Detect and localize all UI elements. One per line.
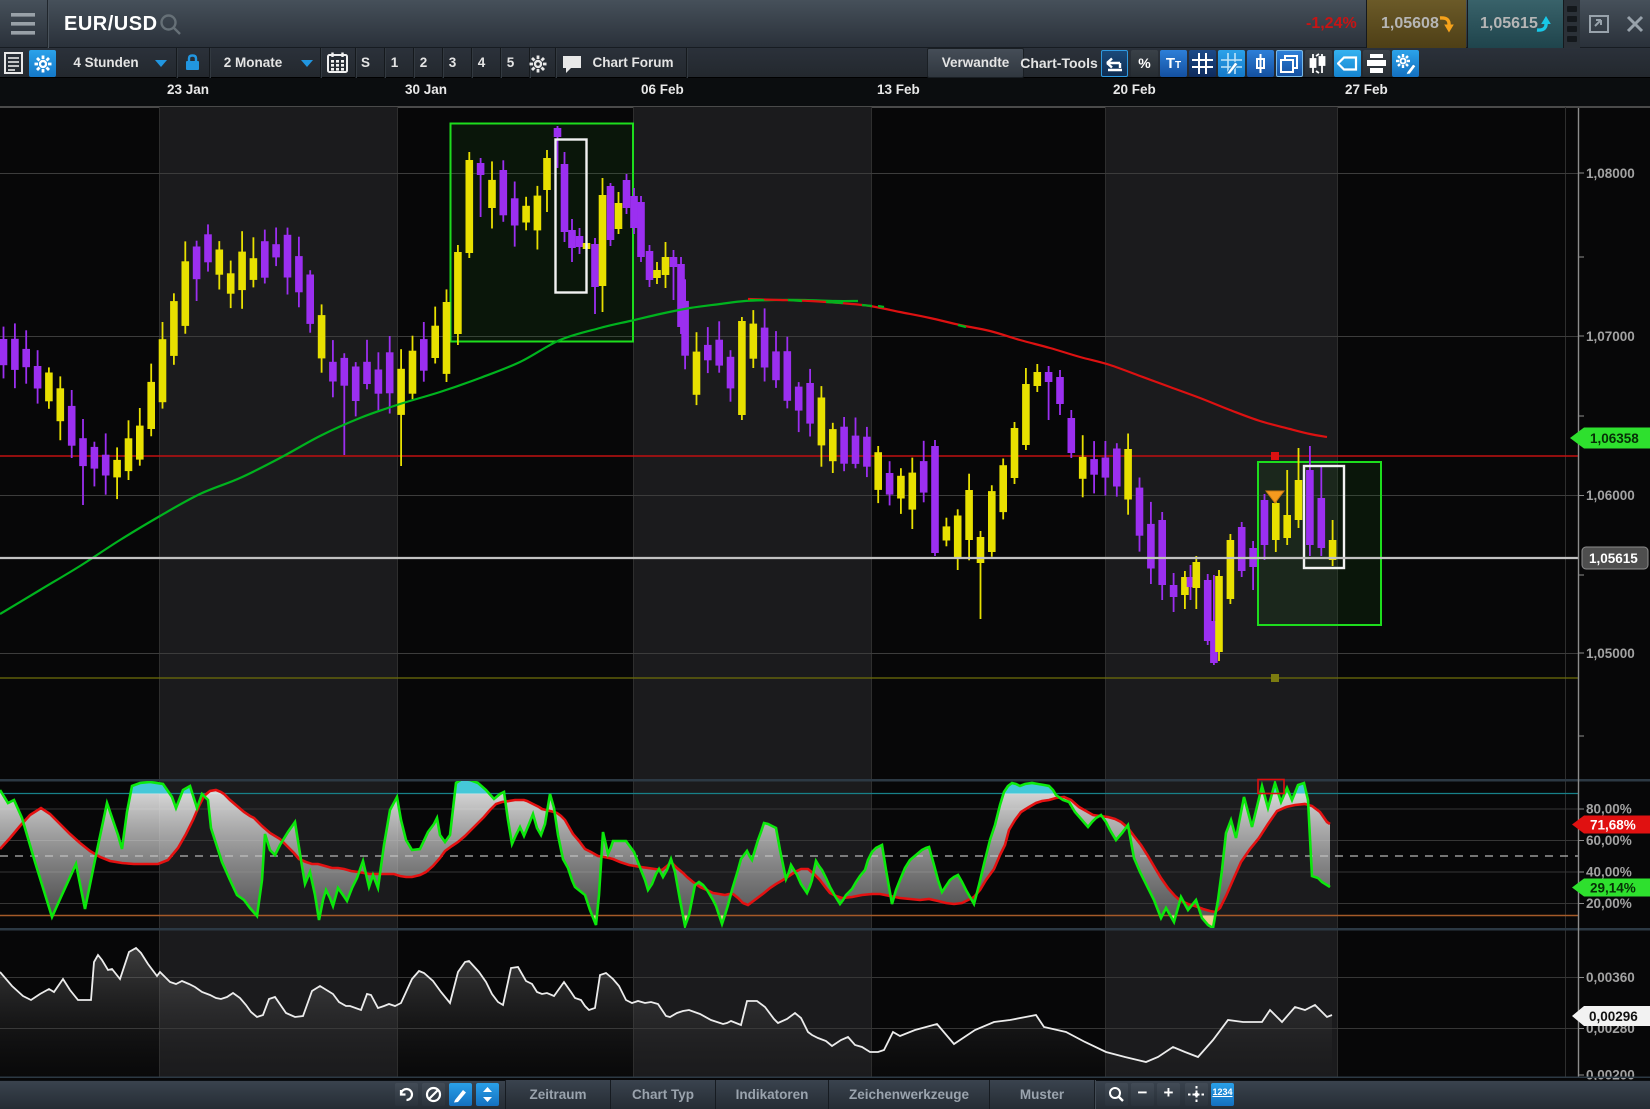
svg-text:0,00200: 0,00200 <box>1586 1068 1635 1081</box>
svg-text:1,05615: 1,05615 <box>1589 551 1638 566</box>
svg-text:0,00296: 0,00296 <box>1589 1009 1638 1024</box>
svg-text:1,06000: 1,06000 <box>1586 488 1635 503</box>
svg-text:20 Feb: 20 Feb <box>1113 82 1156 97</box>
svg-text:40,00%: 40,00% <box>1586 865 1632 880</box>
svg-text:71,68%: 71,68% <box>1590 818 1636 833</box>
svg-text:13 Feb: 13 Feb <box>877 82 920 97</box>
svg-text:27 Feb: 27 Feb <box>1345 82 1388 97</box>
svg-text:1,06358: 1,06358 <box>1590 431 1639 446</box>
svg-text:29,14%: 29,14% <box>1590 881 1636 896</box>
svg-text:0,00360: 0,00360 <box>1586 970 1635 985</box>
svg-text:30 Jan: 30 Jan <box>405 82 447 97</box>
svg-text:1,05000: 1,05000 <box>1586 646 1635 661</box>
svg-text:20,00%: 20,00% <box>1586 896 1632 911</box>
svg-text:1,07000: 1,07000 <box>1586 329 1635 344</box>
svg-text:06 Feb: 06 Feb <box>641 82 684 97</box>
svg-text:23 Jan: 23 Jan <box>167 82 209 97</box>
svg-text:80,00%: 80,00% <box>1586 802 1632 817</box>
svg-text:60,00%: 60,00% <box>1586 833 1632 848</box>
svg-text:1,08000: 1,08000 <box>1586 166 1635 181</box>
